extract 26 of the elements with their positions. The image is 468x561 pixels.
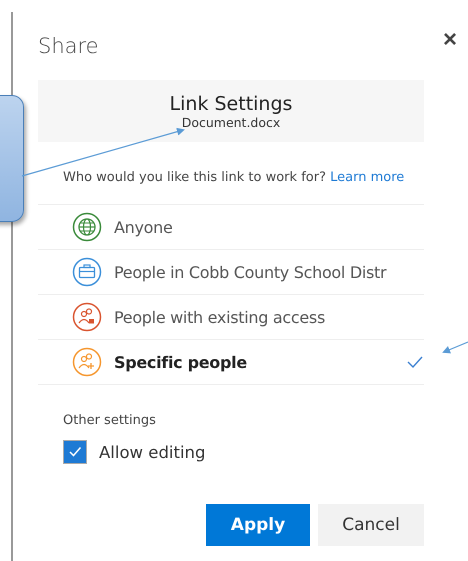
other-settings-heading: Other settings [63,413,157,428]
people-icon [72,302,102,332]
globe-icon [72,212,102,242]
learn-more-link[interactable]: Learn more [330,170,404,185]
question-text: Who would you like this link to work for? [63,170,326,185]
link-settings-title: Link Settings [170,92,292,114]
checkmark-icon [68,446,82,458]
link-option[interactable]: Specific people [38,340,424,385]
briefcase-icon [72,257,102,287]
option-label: Anyone [114,218,173,236]
allow-editing-label: Allow editing [99,442,206,462]
checkmark-icon [406,355,424,369]
option-label: People in Cobb County School Distr [114,262,386,282]
option-label: Specific people [114,352,247,372]
cancel-button[interactable]: Cancel [318,504,424,546]
file-name: Document.docx [182,114,280,130]
link-option[interactable]: People with existing access [38,295,424,340]
close-button[interactable]: × [442,28,457,52]
people-icon [72,347,102,377]
link-option[interactable]: Anyone [38,205,424,250]
option-label: People with existing access [114,308,326,326]
checkbox[interactable] [63,440,87,464]
link-option[interactable]: People in Cobb County School Distr [38,250,424,295]
apply-button[interactable]: Apply [206,504,310,546]
arrow [442,341,468,354]
dialog-title: Share [38,34,99,58]
